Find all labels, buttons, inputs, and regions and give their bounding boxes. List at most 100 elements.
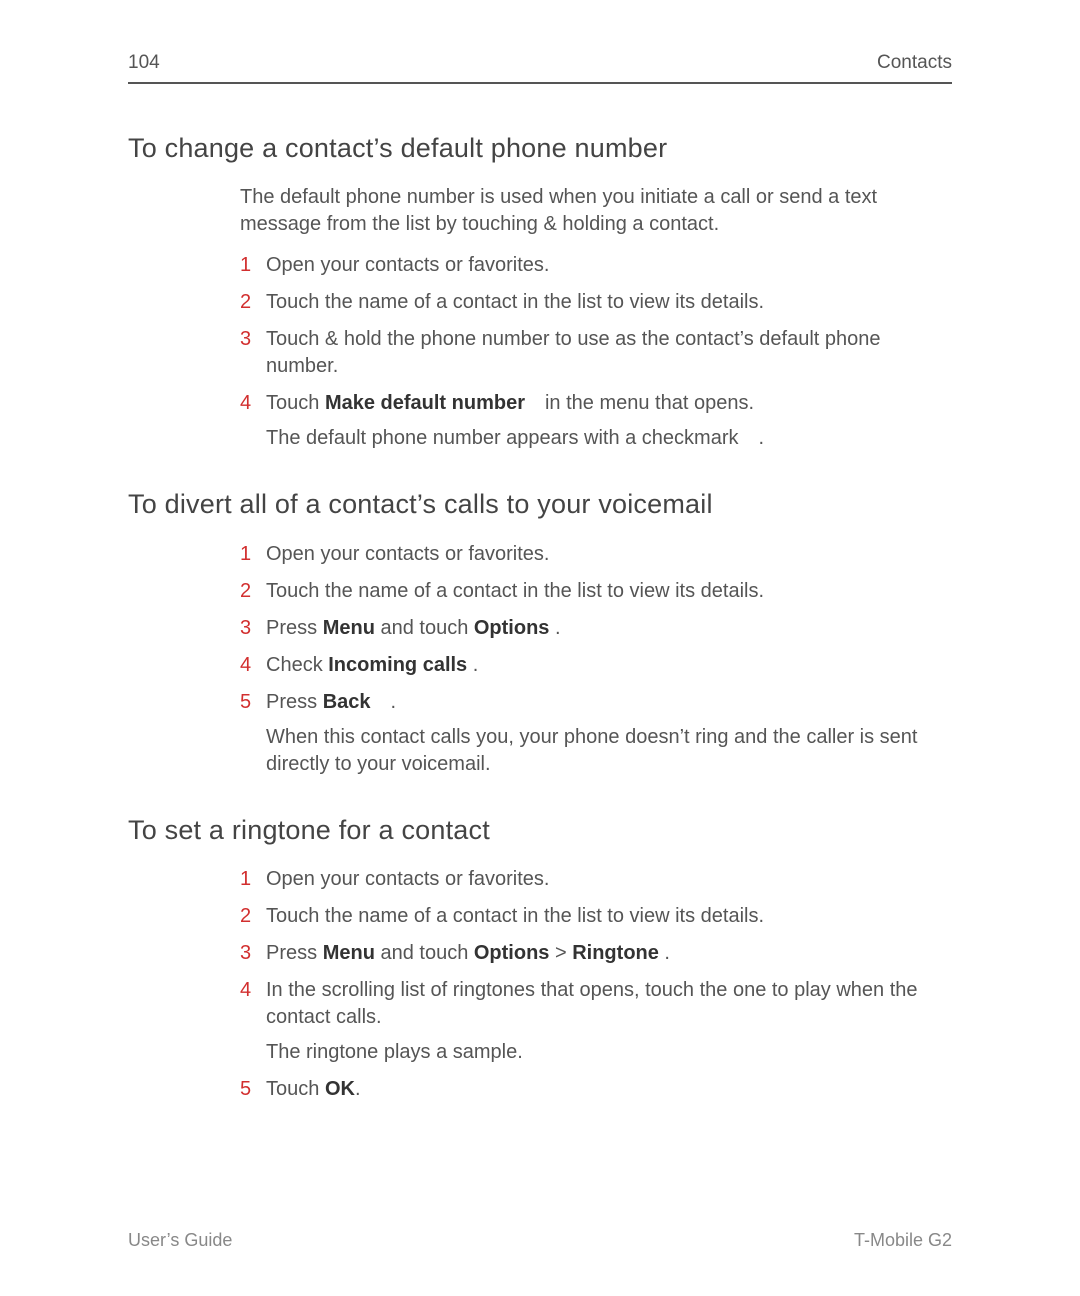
step-number: 3	[240, 615, 266, 642]
step-number: 4	[240, 977, 266, 1004]
step-run: Press	[266, 617, 323, 639]
step-number: 2	[240, 289, 266, 316]
step-item: 2Touch the name of a contact in the list…	[240, 289, 952, 316]
step-line: Press Back .	[266, 689, 952, 716]
ui-term: Incoming calls	[328, 654, 467, 676]
step-line: Touch the name of a contact in the list …	[266, 903, 952, 930]
ui-term: Options	[474, 617, 550, 639]
step-run: Check	[266, 654, 328, 676]
ui-term: Menu	[323, 617, 375, 639]
step-number: 3	[240, 326, 266, 353]
step-number: 2	[240, 578, 266, 605]
steps-list: 1Open your contacts or favorites.2Touch …	[240, 866, 952, 1103]
topic-intro: The default phone number is used when yo…	[240, 184, 952, 238]
step-line: Touch the name of a contact in the list …	[266, 289, 952, 316]
ui-term: Ringtone	[572, 942, 659, 964]
ui-term: Make default number	[325, 392, 525, 414]
step-text: Open your contacts or favorites.	[266, 866, 952, 893]
step-item: 4In the scrolling list of ringtones that…	[240, 977, 952, 1066]
footer-right: T-Mobile G2	[854, 1228, 952, 1252]
step-run: In the scrolling list of ringtones that …	[266, 979, 918, 1028]
step-run: Open your contacts or favorites.	[266, 868, 549, 890]
step-line: Touch Make default number in the menu th…	[266, 390, 952, 417]
step-line: Press Menu and touch Options > Ringtone …	[266, 940, 952, 967]
step-run: Press	[266, 691, 323, 713]
step-run: >	[549, 942, 572, 964]
ui-term: Options	[474, 942, 550, 964]
step-run: and touch	[375, 617, 474, 639]
step-line: Press Menu and touch Options .	[266, 615, 952, 642]
step-number: 2	[240, 903, 266, 930]
step-run: Touch the name of a contact in the list …	[266, 291, 764, 313]
step-item: 3Press Menu and touch Options > Ringtone…	[240, 940, 952, 967]
step-item: 2Touch the name of a contact in the list…	[240, 578, 952, 605]
step-line: Check Incoming calls .	[266, 652, 952, 679]
step-text: Touch & hold the phone number to use as …	[266, 326, 952, 380]
step-text: Press Menu and touch Options .	[266, 615, 952, 642]
step-run: .	[355, 1078, 361, 1100]
step-item: 2Touch the name of a contact in the list…	[240, 903, 952, 930]
page-header: 104 Contacts	[128, 50, 952, 84]
step-text: Press Menu and touch Options > Ringtone …	[266, 940, 952, 967]
topic-heading: To change a contact’s default phone numb…	[128, 130, 952, 166]
step-result: The default phone number appears with a …	[266, 425, 952, 452]
ui-term: Menu	[323, 942, 375, 964]
step-item: 1Open your contacts or favorites.	[240, 252, 952, 279]
step-run: Press	[266, 942, 323, 964]
ui-term: OK	[325, 1078, 355, 1100]
manual-page: 104 Contacts To change a contact’s defau…	[0, 0, 1080, 1296]
step-item: 5Press Back .When this contact calls you…	[240, 689, 952, 778]
step-run: .	[467, 654, 478, 676]
step-run: and touch	[375, 942, 474, 964]
step-number: 1	[240, 541, 266, 568]
step-line: Touch OK.	[266, 1076, 952, 1103]
step-number: 5	[240, 689, 266, 716]
step-run: Touch the name of a contact in the list …	[266, 905, 764, 927]
step-run: Touch & hold the phone number to use as …	[266, 328, 881, 377]
topic-section: To divert all of a contact’s calls to yo…	[128, 486, 952, 777]
step-run: Open your contacts or favorites.	[266, 543, 549, 565]
topic-section: To change a contact’s default phone numb…	[128, 130, 952, 452]
step-run: .	[549, 617, 560, 639]
step-text: Touch Make default number in the menu th…	[266, 390, 952, 452]
step-text: Touch the name of a contact in the list …	[266, 903, 952, 930]
step-number: 4	[240, 652, 266, 679]
topic-heading: To set a ringtone for a contact	[128, 812, 952, 848]
step-text: Open your contacts or favorites.	[266, 541, 952, 568]
steps-list: 1Open your contacts or favorites.2Touch …	[240, 252, 952, 452]
step-run: Open your contacts or favorites.	[266, 254, 549, 276]
step-line: Open your contacts or favorites.	[266, 252, 952, 279]
step-run: Touch	[266, 392, 325, 414]
ui-term: Back	[323, 691, 371, 713]
header-section-title: Contacts	[877, 50, 952, 76]
step-run: Touch the name of a contact in the list …	[266, 580, 764, 602]
step-line: Touch & hold the phone number to use as …	[266, 326, 952, 380]
step-item: 3Press Menu and touch Options .	[240, 615, 952, 642]
step-run: .	[659, 942, 670, 964]
step-text: In the scrolling list of ringtones that …	[266, 977, 952, 1066]
content-body: To change a contact’s default phone numb…	[128, 130, 952, 1103]
page-number: 104	[128, 50, 160, 76]
step-text: Press Back .When this contact calls you,…	[266, 689, 952, 778]
step-text: Touch OK.	[266, 1076, 952, 1103]
page-footer: User’s Guide T-Mobile G2	[128, 1228, 952, 1252]
footer-left: User’s Guide	[128, 1228, 232, 1252]
steps-list: 1Open your contacts or favorites.2Touch …	[240, 541, 952, 778]
step-line: Open your contacts or favorites.	[266, 866, 952, 893]
step-item: 1Open your contacts or favorites.	[240, 541, 952, 568]
step-run: Touch	[266, 1078, 325, 1100]
step-line: Open your contacts or favorites.	[266, 541, 952, 568]
step-text: Touch the name of a contact in the list …	[266, 578, 952, 605]
step-text: Touch the name of a contact in the list …	[266, 289, 952, 316]
step-item: 4Check Incoming calls .	[240, 652, 952, 679]
step-result: The ringtone plays a sample.	[266, 1039, 952, 1066]
step-item: 4Touch Make default number in the menu t…	[240, 390, 952, 452]
step-line: In the scrolling list of ringtones that …	[266, 977, 952, 1031]
step-number: 5	[240, 1076, 266, 1103]
step-run: .	[371, 691, 397, 713]
step-text: Open your contacts or favorites.	[266, 252, 952, 279]
step-item: 1Open your contacts or favorites.	[240, 866, 952, 893]
step-item: 5Touch OK.	[240, 1076, 952, 1103]
topic-heading: To divert all of a contact’s calls to yo…	[128, 486, 952, 522]
step-number: 1	[240, 866, 266, 893]
